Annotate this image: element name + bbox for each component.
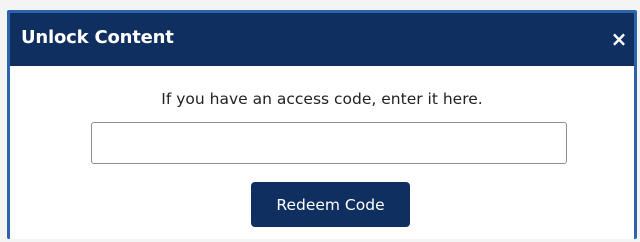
instruction-text: If you have an access code, enter it her… xyxy=(161,90,483,108)
dialog-title: Unlock Content xyxy=(21,27,174,48)
close-icon[interactable]: × xyxy=(607,26,631,52)
unlock-content-dialog: Unlock Content × If you have an access c… xyxy=(10,13,634,239)
dialog-titlebar: Unlock Content × xyxy=(10,13,634,66)
dialog-body: If you have an access code, enter it her… xyxy=(10,66,634,239)
access-code-input[interactable] xyxy=(91,122,567,164)
redeem-code-button[interactable]: Redeem Code xyxy=(251,182,410,227)
